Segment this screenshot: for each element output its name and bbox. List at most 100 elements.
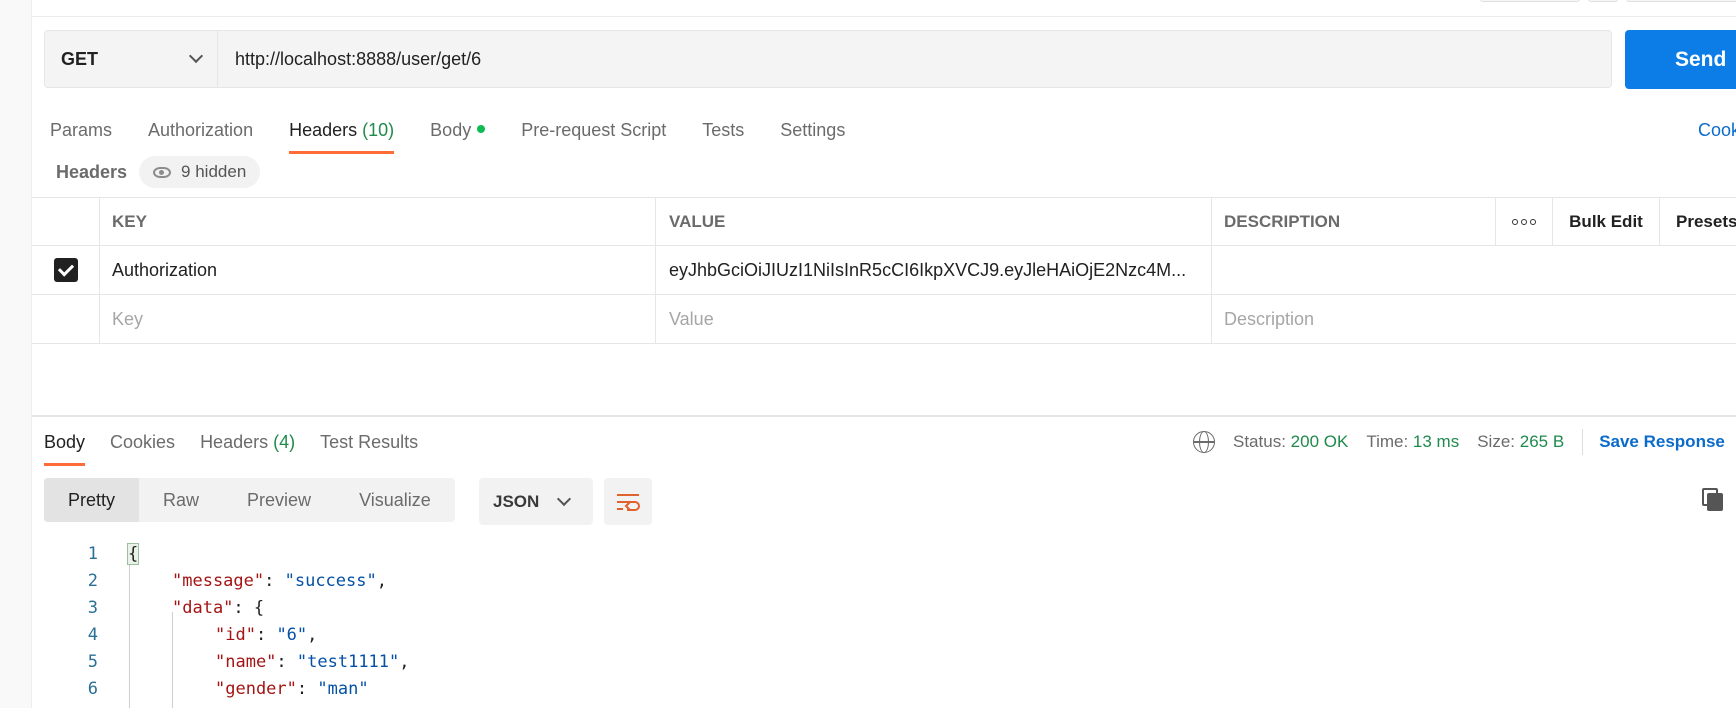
code-line: { — [126, 540, 140, 567]
size-info[interactable]: Size: 265 B — [1477, 432, 1564, 452]
size-value: 265 B — [1519, 432, 1565, 451]
presets-dropdown[interactable]: Presets — [1659, 198, 1736, 245]
url-input[interactable]: http://localhost:8888/user/get/6 — [218, 49, 481, 70]
cookies-link[interactable]: Cookies — [1698, 112, 1736, 148]
method-label: GET — [61, 48, 99, 69]
code-line: "name": "test1111", — [215, 651, 410, 672]
tab-headers[interactable]: Headers (10) — [289, 112, 395, 154]
bulk-edit-button[interactable]: Bulk Edit — [1552, 198, 1659, 245]
view-raw[interactable]: Raw — [139, 478, 223, 522]
request-url-bar: GET http://localhost:8888/user/get/6 — [44, 30, 1612, 88]
headers-table: KEY VALUE DESCRIPTION Bulk Edit Presets … — [32, 197, 1736, 344]
row-spacer — [1495, 246, 1552, 294]
top-bar — [32, 0, 1736, 17]
top-toolbar-button[interactable] — [1626, 0, 1736, 2]
method-select[interactable]: GET — [45, 31, 218, 87]
headers-section-label: Headers — [56, 161, 128, 182]
modified-dot-icon — [477, 125, 486, 133]
header-key-cell[interactable]: Authorization — [99, 246, 655, 294]
line-number: 6 — [87, 678, 98, 699]
save-response-button[interactable]: Save Response — [1599, 432, 1725, 452]
status-label: Status: — [1233, 432, 1286, 451]
line-number: 5 — [87, 651, 98, 672]
description-input[interactable]: Description — [1211, 295, 1495, 343]
tab-response-cookies[interactable]: Cookies — [110, 424, 175, 460]
tab-label: Cookies — [110, 431, 176, 452]
tab-response-headers[interactable]: Headers (4) — [200, 424, 295, 460]
row-checkbox[interactable] — [32, 246, 99, 294]
value-input[interactable]: Value — [655, 295, 1211, 343]
line-number: 1 — [87, 543, 98, 564]
json-punct: , — [399, 651, 410, 672]
view-pretty[interactable]: Pretty — [44, 478, 140, 522]
tab-count: (10) — [362, 119, 395, 140]
code-line: "message": "success", — [172, 570, 387, 591]
more-actions-button[interactable] — [1495, 198, 1552, 245]
tab-test-results[interactable]: Test Results — [320, 424, 418, 460]
status-value: 200 OK — [1290, 432, 1349, 451]
chevron-down-icon — [188, 48, 204, 64]
response-tabs: Body Cookies Headers (4) Test Results — [44, 424, 443, 466]
tab-label: Test Results — [320, 431, 419, 452]
line-number: 2 — [87, 570, 98, 591]
view-visualize[interactable]: Visualize — [335, 478, 455, 522]
request-tabs: Params Authorization Headers (10) Body P… — [50, 112, 881, 154]
json-value: "success" — [284, 570, 377, 591]
table-row: Authorization eyJhbGciOiJIUzI1NiIsInR5cC… — [32, 246, 1736, 295]
divider — [1582, 429, 1584, 455]
globe-icon[interactable] — [1193, 431, 1215, 453]
wrap-lines-button[interactable] — [604, 478, 652, 525]
more-dots-icon — [1512, 218, 1536, 225]
indent-guide — [129, 554, 130, 708]
headers-subheader: Headers 9 hidden — [56, 156, 261, 188]
json-key: "gender" — [215, 678, 297, 699]
json-value: "test1111" — [296, 651, 400, 672]
table-row-new: Key Value Description — [32, 295, 1736, 344]
checkbox-column-header — [32, 198, 99, 245]
tab-pre-request-script[interactable]: Pre-request Script — [521, 112, 666, 148]
tab-response-body[interactable]: Body — [44, 424, 86, 466]
postman-window: GET http://localhost:8888/user/get/6 Sen… — [0, 0, 1736, 708]
send-button[interactable]: Send — [1625, 30, 1736, 89]
format-label: JSON — [493, 491, 540, 511]
code-line: "id": "6", — [215, 624, 318, 645]
tab-label: Headers — [200, 431, 269, 452]
table-header-row: KEY VALUE DESCRIPTION Bulk Edit Presets — [32, 197, 1736, 246]
top-toolbar-button[interactable] — [1588, 0, 1618, 2]
tab-label: Tests — [702, 119, 745, 140]
tab-tests[interactable]: Tests — [702, 112, 744, 148]
pane-resize-handle[interactable] — [32, 415, 1736, 417]
json-value: "man" — [317, 678, 369, 699]
column-header-value: VALUE — [655, 198, 1211, 245]
code-line: "data": { — [172, 597, 265, 618]
checkbox-checked-icon — [53, 258, 78, 282]
view-preview[interactable]: Preview — [223, 478, 335, 522]
status-info[interactable]: Status: 200 OK — [1233, 432, 1348, 452]
row-spacer — [1495, 295, 1552, 343]
eye-icon — [153, 166, 172, 178]
line-number: 3 — [87, 597, 98, 618]
top-toolbar-button[interactable] — [1480, 0, 1580, 2]
hidden-headers-toggle[interactable]: 9 hidden — [139, 156, 261, 188]
chevron-down-icon — [557, 491, 572, 506]
json-key: "id" — [215, 624, 256, 645]
header-description-cell[interactable] — [1211, 246, 1495, 294]
time-label: Time: — [1366, 432, 1409, 451]
tab-label: Body — [44, 431, 86, 452]
tab-label: Authorization — [148, 119, 254, 140]
time-value: 13 ms — [1412, 432, 1460, 451]
tab-authorization[interactable]: Authorization — [148, 112, 253, 148]
key-input[interactable]: Key — [99, 295, 655, 343]
header-value-cell[interactable]: eyJhbGciOiJIUzI1NiIsInR5cCI6IkpXVCJ9.eyJ… — [655, 246, 1211, 294]
json-key: "message" — [172, 570, 265, 591]
column-header-description: DESCRIPTION — [1211, 198, 1495, 245]
tab-body[interactable]: Body — [430, 112, 486, 148]
tab-params[interactable]: Params — [50, 112, 112, 148]
time-info[interactable]: Time: 13 ms — [1366, 432, 1459, 452]
json-punct: { — [253, 597, 265, 618]
format-dropdown[interactable]: JSON — [479, 478, 593, 525]
size-label: Size: — [1477, 432, 1516, 451]
code-line: "gender": "man" — [215, 678, 369, 699]
copy-icon[interactable] — [1702, 488, 1724, 512]
tab-settings[interactable]: Settings — [780, 112, 845, 148]
